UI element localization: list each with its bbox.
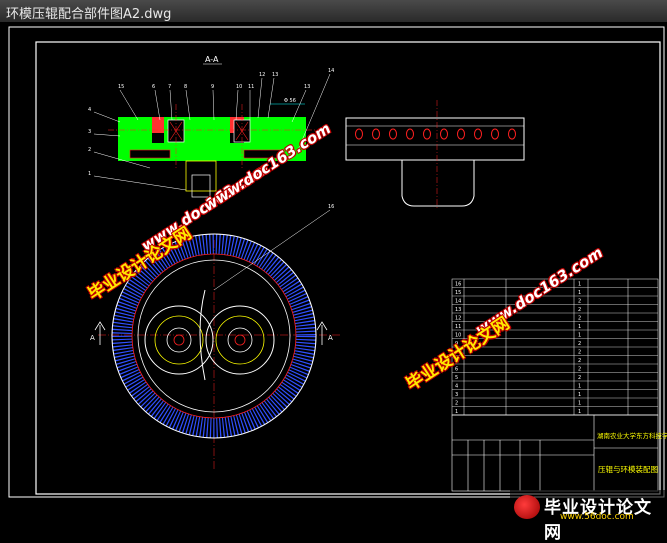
title-block: [451, 414, 659, 492]
section-view: Φ 56 15 6 7 8 9 10 11 12 13 13 14 4 3 2 1: [88, 68, 334, 198]
svg-text:6: 6: [152, 84, 155, 90]
bom-row-qty: 2: [578, 307, 581, 313]
bom-row-number: 15: [455, 290, 461, 296]
cad-drawing-canvas[interactable]: A-A Φ 56 15 6 7 8 9 10 11 12 13 13 14 4 …: [0, 22, 667, 543]
window-titlebar: 环模压辊配合部件图A2.dwg: [0, 0, 667, 23]
bom-row-qty: 2: [578, 316, 581, 322]
bom-row-qty: 1: [578, 333, 581, 339]
bom-row-number: 11: [455, 324, 461, 330]
svg-text:13: 13: [272, 72, 278, 78]
bom-row-qty: 2: [578, 299, 581, 305]
section-marker-left: A: [90, 334, 95, 342]
bom-row-qty: 2: [578, 350, 581, 356]
svg-text:12: 12: [259, 72, 265, 78]
svg-text:11: 11: [248, 84, 254, 90]
section-label: A-A: [205, 55, 219, 64]
bom-row-number: 1: [455, 409, 458, 415]
footer-url: www.56doc.com: [560, 512, 634, 522]
bom-row-qty: 1: [578, 409, 581, 415]
svg-text:9: 9: [211, 84, 214, 90]
svg-text:15: 15: [118, 84, 124, 90]
bom-row-qty: 2: [578, 358, 581, 364]
bom-row-qty: 1: [578, 290, 581, 296]
bom-row-qty: 1: [578, 401, 581, 407]
svg-text:3: 3: [88, 129, 91, 135]
svg-text:14: 14: [328, 68, 334, 74]
svg-text:2: 2: [88, 147, 91, 153]
bom-row-qty: 2: [578, 375, 581, 381]
dimension-text: Φ 56: [284, 98, 296, 104]
svg-text:7: 7: [168, 84, 171, 90]
bom-row-number: 3: [455, 392, 458, 398]
svg-text:16: 16: [328, 204, 334, 210]
svg-text:1: 1: [88, 171, 91, 177]
front-view: 16 A A: [90, 204, 340, 470]
bom-row-qty: 2: [578, 341, 581, 347]
bom-row-qty: 1: [578, 324, 581, 330]
svg-text:13: 13: [304, 84, 310, 90]
bom-row-number: 4: [455, 384, 458, 390]
svg-text:10: 10: [236, 84, 242, 90]
bom-row-number: 2: [455, 401, 458, 407]
window-title: 环模压辊配合部件图A2.dwg: [6, 7, 172, 22]
svg-text:8: 8: [184, 84, 187, 90]
bom-row-qty: 1: [578, 384, 581, 390]
section-marker-right: A: [328, 334, 333, 342]
drawing-name: 压辊与环模装配图: [598, 464, 658, 474]
school-name: 湖南农业大学东方科技学院: [597, 431, 667, 440]
bom-row-number: 12: [455, 316, 461, 322]
bom-row-qty: 1: [578, 392, 581, 398]
bom-row-number: 14: [455, 299, 461, 305]
bom-row-number: 13: [455, 307, 461, 313]
svg-text:4: 4: [88, 107, 91, 113]
bom-row-qty: 1: [578, 282, 581, 288]
bom-row-number: 16: [455, 282, 461, 288]
side-view: [345, 100, 525, 210]
bom-row-number: 5: [455, 375, 458, 381]
brand-logo-icon: [514, 495, 540, 519]
bom-row-qty: 2: [578, 367, 581, 373]
